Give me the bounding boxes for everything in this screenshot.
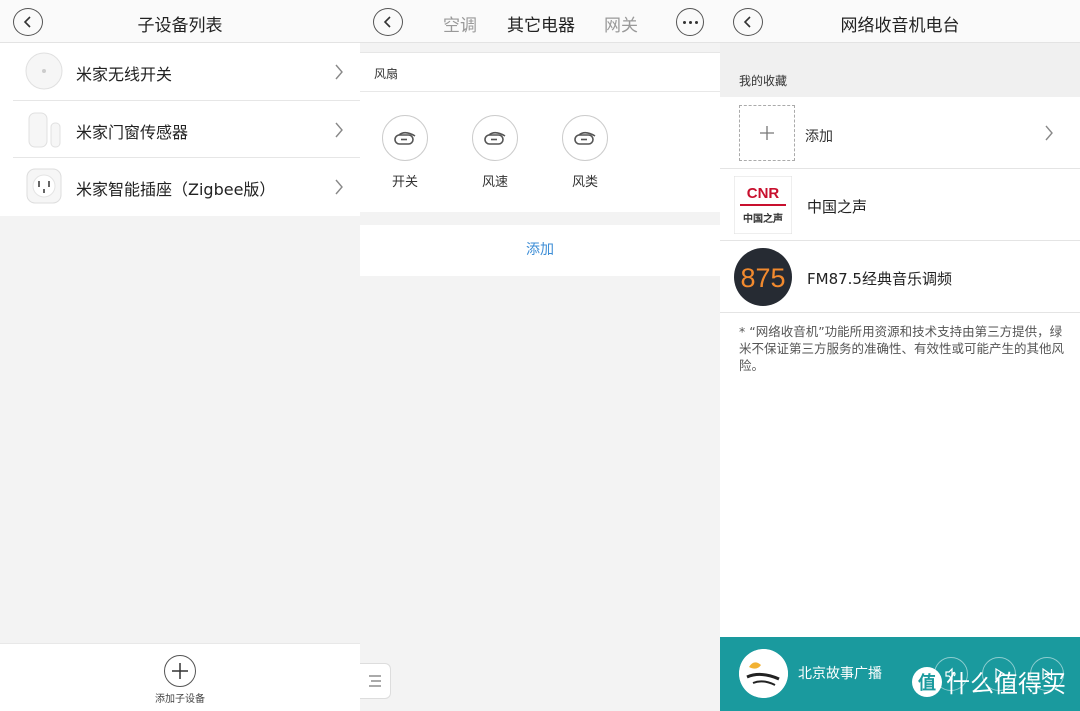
device-name: 米家门窗传感器 [76,122,189,142]
section-title: 风扇 [374,67,399,81]
menu-lines-icon [369,675,381,687]
device-name: 米家智能插座（Zigbee版） [76,180,276,199]
cnr-logo: CNR 中国之声 [734,176,792,234]
watermark-text: 什么值得买 [946,670,1066,698]
control-label: 风速 [481,175,508,190]
fan-section: 风扇 开关 风速 风类 [360,52,720,212]
remote-button-icon [472,115,518,161]
more-dot [682,20,686,24]
favorites-header: 我的收藏 [720,43,1080,97]
back-button[interactable] [373,8,403,36]
tab-air-conditioner[interactable]: 空调 [443,11,477,36]
page-title: 子设备列表 [137,16,223,36]
fm875-logo-text: 875 [740,263,785,293]
plus-icon [760,126,774,140]
station-logo [739,649,788,698]
device-row-wireless-switch[interactable]: 米家无线开关 [13,43,360,101]
disclaimer-text: * “网络收音机”功能所用资源和技术支持由第三方提供，绿米不保证第三方服务的准确… [739,324,1065,373]
station-row-fm875[interactable]: 875 FM87.5经典音乐调频 [720,241,1080,313]
control-label: 开关 [391,175,418,190]
fm875-logo: 875 [734,248,792,306]
station-row-cnr[interactable]: CNR 中国之声 中国之声 [720,169,1080,241]
chevron-right-icon [335,179,343,195]
chevron-right-icon [1045,125,1053,141]
now-playing-bar[interactable]: 北京故事广播 值 什么值得买 [720,637,1080,711]
cnr-logo-text: CNR [747,185,780,202]
sub-device-list-screen: 子设备列表 米家无线开关 米家门窗传感器 米家智能插座（Zigbee版） 添加子… [0,0,360,711]
chevron-right-icon [335,122,343,137]
story-radio-logo-icon [739,649,788,698]
remote-button-icon [562,115,608,161]
add-sub-device-button[interactable] [164,655,196,687]
door-sensor-icon [28,112,61,147]
now-playing-station: 北京故事广播 [798,666,882,682]
more-button[interactable] [676,8,704,36]
station-name: 中国之声 [807,198,868,216]
wireless-switch-icon [25,52,63,90]
fan-mode-control[interactable]: 风类 [562,115,608,190]
add-station-row[interactable]: 添加 [720,97,1080,169]
device-row-smart-plug[interactable]: 米家智能插座（Zigbee版） [13,158,360,216]
add-sub-device-label: 添加子设备 [155,694,205,705]
smart-plug-icon [26,168,62,204]
fan-power-control[interactable]: 开关 [382,115,428,190]
page-title: 网络收音机电台 [840,16,960,36]
plus-icon [172,663,188,679]
top-bar: 空调 其它电器 网关 [360,0,720,43]
add-station-label: 添加 [805,129,833,145]
watermark: 值 什么值得买 [912,664,1066,699]
divider [360,91,720,92]
favorites-label: 我的收藏 [739,74,788,88]
watermark-badge: 值 [912,666,942,697]
internet-radio-screen: 网络收音机电台 我的收藏 添加 CNR 中国之声 中国之声 875 FM87.5… [720,0,1080,711]
chevron-right-icon [335,64,343,80]
control-label: 风类 [571,175,598,190]
top-bar: 子设备列表 [0,0,360,43]
device-name: 米家无线开关 [76,65,173,84]
more-dot [688,20,692,24]
device-row-door-sensor[interactable]: 米家门窗传感器 [13,101,360,158]
top-bar: 网络收音机电台 [720,0,1080,43]
add-button[interactable]: 添加 [360,225,720,276]
device-list: 米家无线开关 米家门窗传感器 米家智能插座（Zigbee版） [0,43,360,216]
cnr-logo-subtext: 中国之声 [743,212,783,225]
fan-speed-control[interactable]: 风速 [472,115,518,190]
appliance-screen: 空调 其它电器 网关 风扇 开关 风速 风类 添加 [360,0,720,711]
tab-gateway[interactable]: 网关 [604,11,638,36]
back-arrow-icon [383,16,391,28]
more-dot [694,20,698,24]
remote-button-icon [382,115,428,161]
drawer-handle[interactable] [360,663,391,699]
station-name: FM87.5经典音乐调频 [807,270,952,288]
add-station-box [739,105,795,161]
tab-other-appliances[interactable]: 其它电器 [507,11,575,36]
bottom-bar: 添加子设备 [0,643,360,711]
